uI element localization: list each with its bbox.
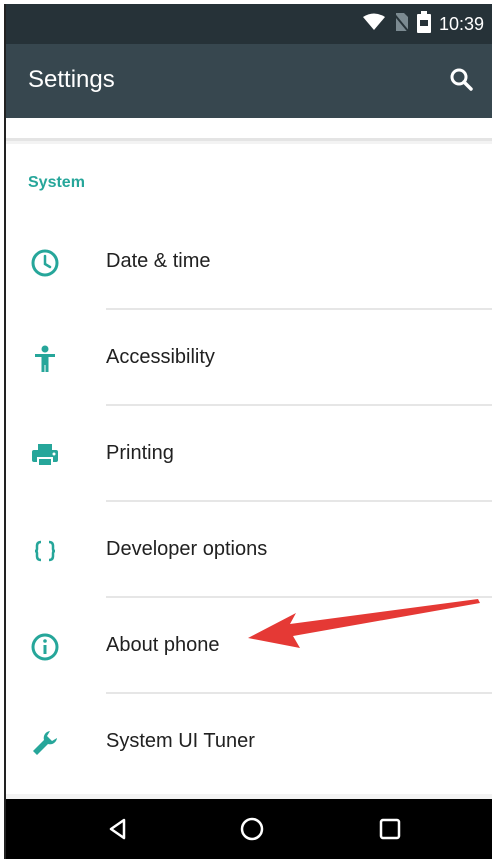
- search-button[interactable]: [444, 64, 478, 98]
- settings-item-about-phone[interactable]: About phone: [6, 598, 492, 694]
- accessibility-icon: [28, 342, 62, 376]
- printer-icon: [28, 438, 62, 472]
- settings-item-label: Accessibility: [106, 346, 215, 368]
- recents-button[interactable]: [372, 813, 408, 849]
- recents-icon: [378, 817, 402, 846]
- clock-icon: [28, 246, 62, 280]
- settings-item-label: About phone: [106, 634, 220, 656]
- settings-item-date-time[interactable]: Date & time: [6, 214, 492, 310]
- braces-icon: [28, 534, 62, 568]
- wrench-icon: [28, 726, 62, 760]
- home-button[interactable]: [234, 813, 270, 849]
- settings-item-printing[interactable]: Printing: [6, 406, 492, 502]
- section-header: System: [28, 174, 85, 191]
- settings-item-label: System UI Tuner: [106, 730, 255, 752]
- settings-item-system-ui-tuner[interactable]: System UI Tuner: [6, 694, 492, 790]
- settings-item-accessibility[interactable]: Accessibility: [6, 310, 492, 406]
- search-icon: [449, 67, 473, 96]
- phone-screen: 10:39 Settings System Date & time Access…: [4, 4, 492, 859]
- info-icon: [28, 630, 62, 664]
- navigation-bar: [6, 799, 492, 859]
- app-bar: Settings: [6, 44, 492, 118]
- back-icon: [106, 817, 130, 846]
- previous-section-card: [6, 118, 492, 141]
- home-icon: [239, 816, 265, 847]
- settings-item-developer-options[interactable]: Developer options: [6, 502, 492, 598]
- status-bar: 10:39: [6, 4, 492, 44]
- no-sim-icon: [393, 12, 409, 37]
- back-button[interactable]: [100, 813, 136, 849]
- settings-item-label: Date & time: [106, 250, 211, 272]
- battery-icon: [416, 10, 431, 38]
- status-icons: 10:39: [362, 10, 484, 38]
- settings-item-label: Developer options: [106, 538, 268, 560]
- wifi-icon: [362, 13, 385, 36]
- page-title: Settings: [28, 66, 115, 93]
- system-section: System Date & time Accessibility Printin…: [6, 144, 492, 794]
- status-time: 10:39: [438, 13, 484, 34]
- settings-item-label: Printing: [106, 442, 174, 464]
